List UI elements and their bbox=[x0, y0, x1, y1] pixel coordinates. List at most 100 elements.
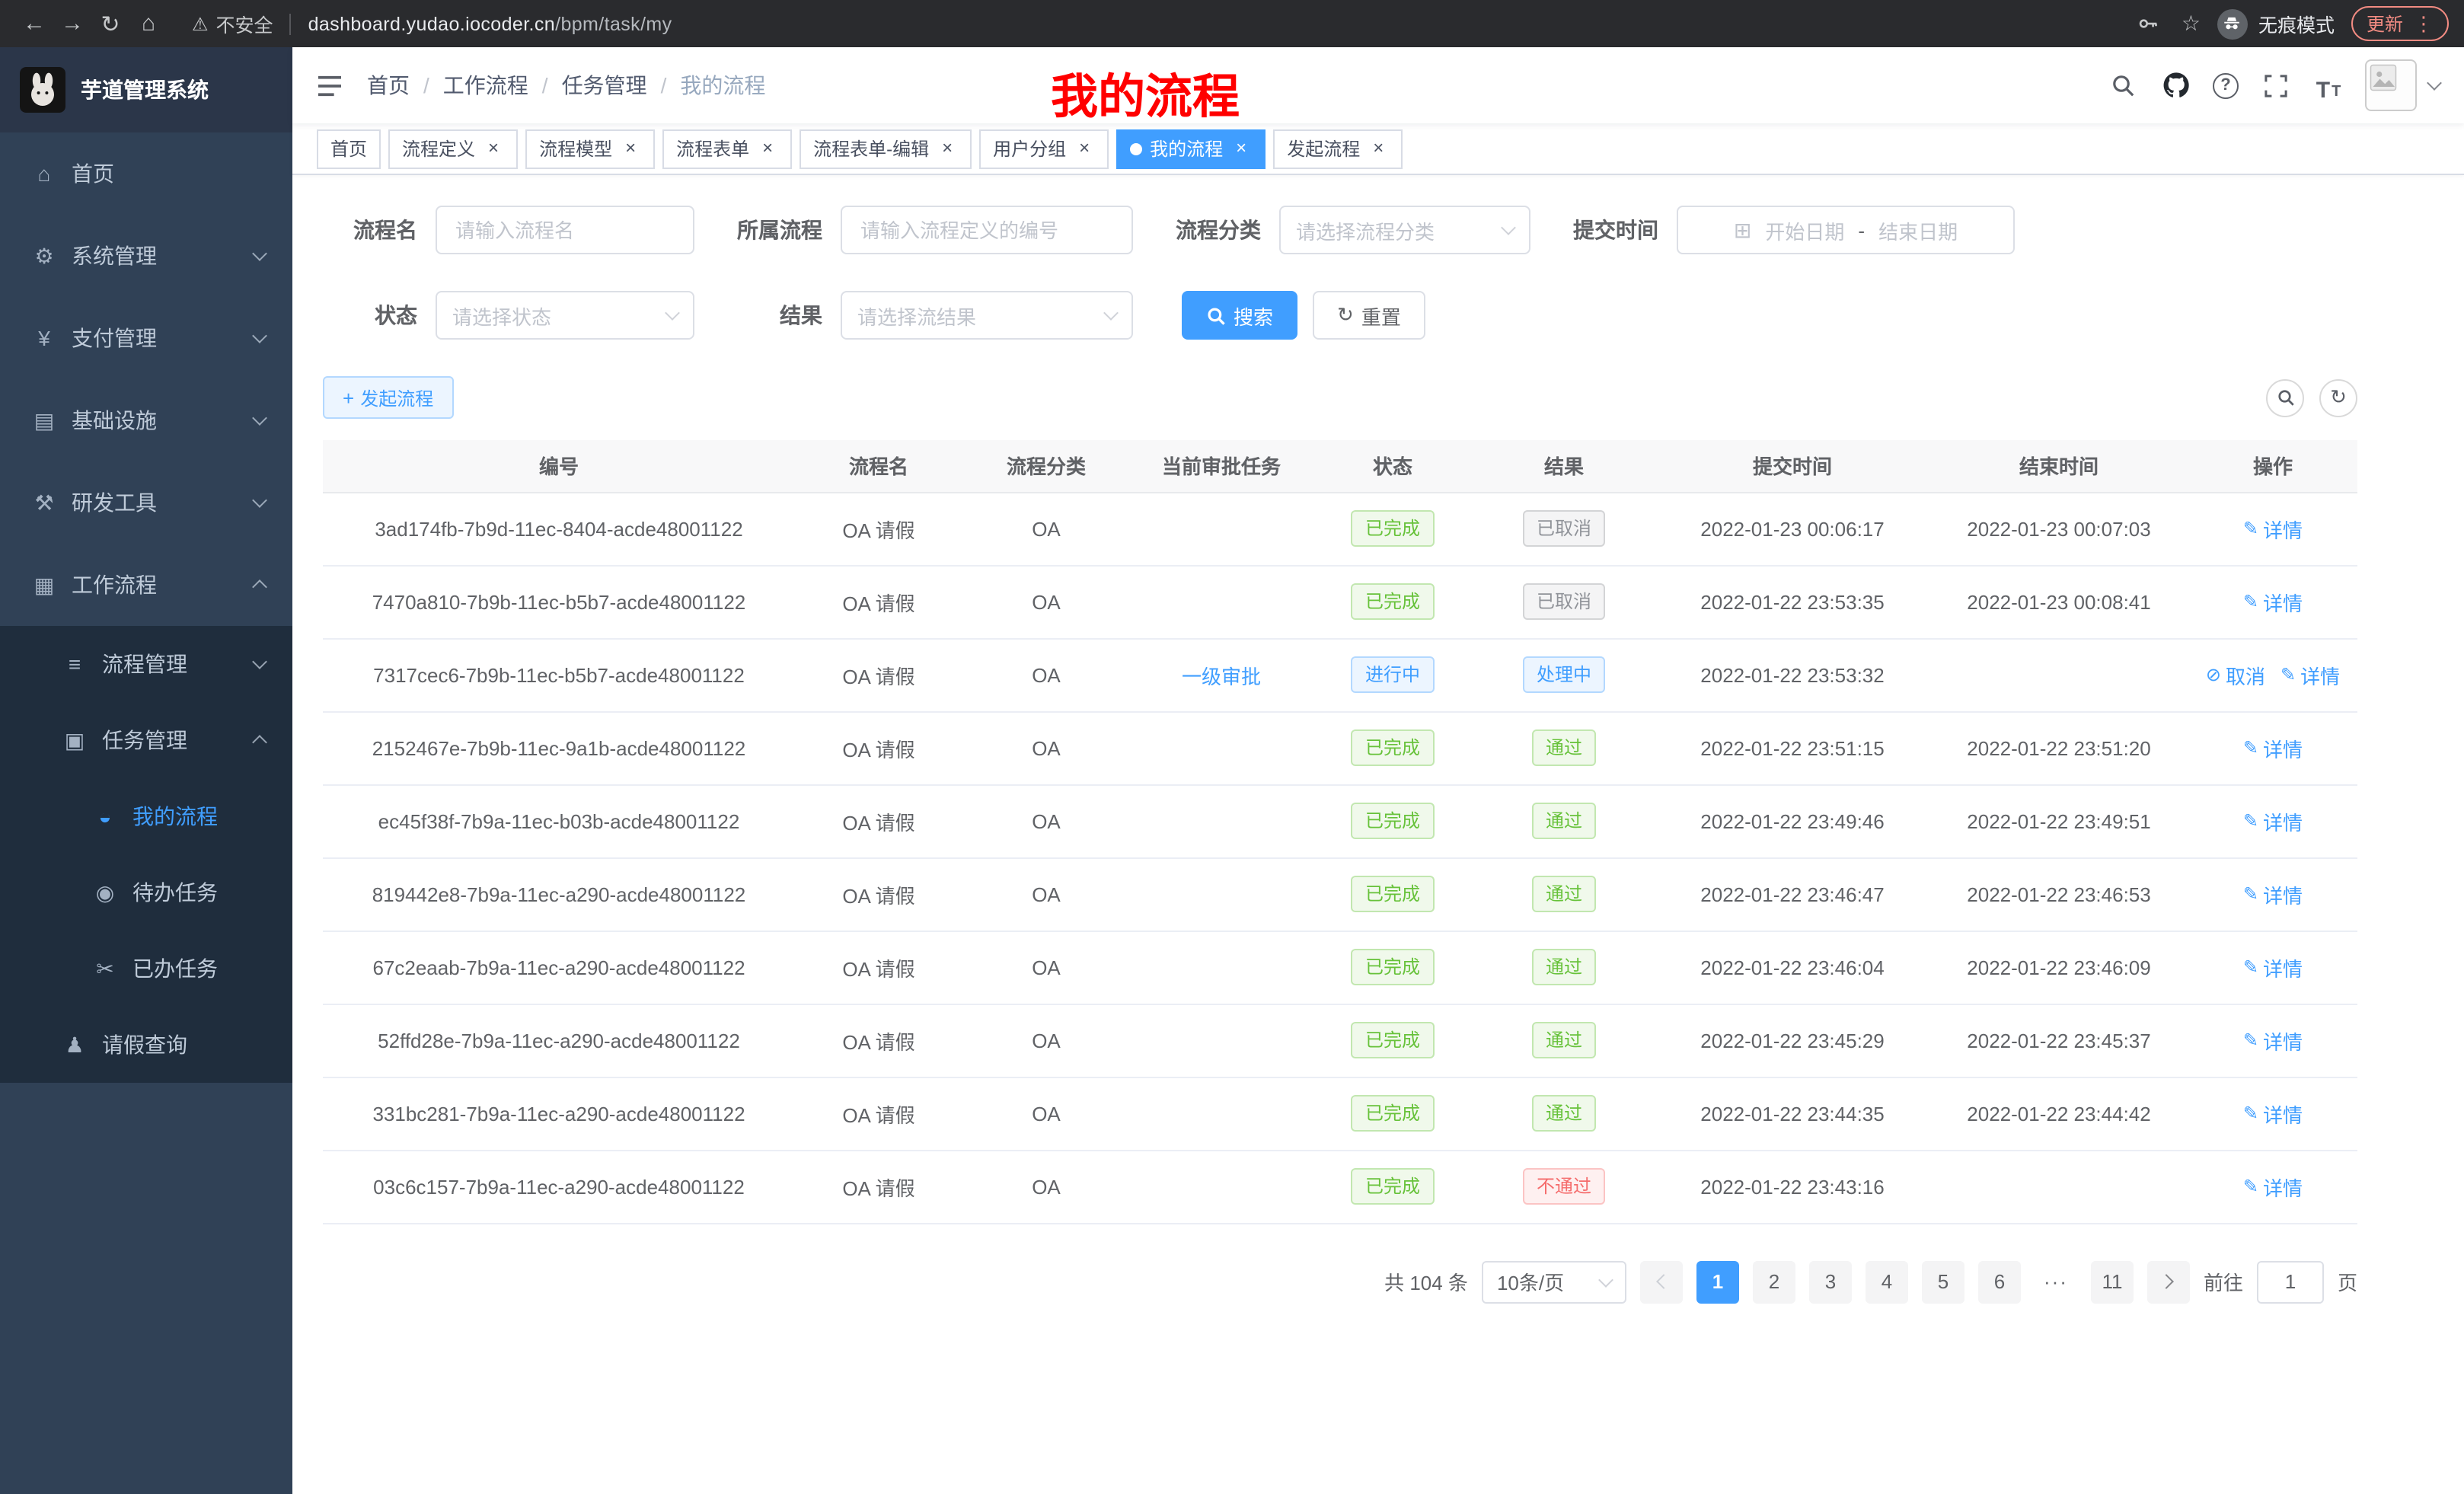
detail-link[interactable]: ✎详情 bbox=[2243, 1026, 2303, 1055]
sidebar-item-payment-mgmt[interactable]: ¥支付管理 bbox=[0, 297, 292, 379]
avatar[interactable] bbox=[2365, 59, 2417, 111]
sidebar-item-my-process[interactable]: ◒我的流程 bbox=[0, 778, 292, 854]
bookmark-star-icon[interactable]: ☆ bbox=[2182, 11, 2201, 37]
browser-back-icon[interactable]: ← bbox=[15, 5, 53, 43]
name-input[interactable] bbox=[436, 206, 694, 254]
jump-page-input[interactable] bbox=[2257, 1260, 2324, 1303]
category-select[interactable]: 请选择流程分类 bbox=[1279, 206, 1530, 254]
breadcrumb-item[interactable]: 工作流程 bbox=[443, 70, 528, 101]
toggle-search-button[interactable] bbox=[2266, 378, 2304, 417]
browser-home-icon[interactable]: ⌂ bbox=[129, 5, 168, 43]
hamburger-menu-icon[interactable] bbox=[317, 74, 343, 97]
detail-link[interactable]: ✎详情 bbox=[2280, 660, 2340, 689]
fullscreen-icon[interactable] bbox=[2258, 69, 2292, 102]
page-button-6[interactable]: 6 bbox=[1978, 1260, 2021, 1303]
tab-process-form-edit[interactable]: 流程表单-编辑× bbox=[800, 129, 972, 168]
page-size-select[interactable]: 10条/页 bbox=[1482, 1260, 1626, 1303]
screenshot-root: ← → ↻ ⌂ ⚠ 不安全 dashboard.yudao.iocoder.cn… bbox=[0, 0, 2464, 1494]
breadcrumb-item[interactable]: 任务管理 bbox=[562, 70, 647, 101]
browser-reload-icon[interactable]: ↻ bbox=[91, 5, 129, 43]
page-button-4[interactable]: 4 bbox=[1866, 1260, 1908, 1303]
close-icon[interactable]: × bbox=[1230, 138, 1252, 159]
search-button[interactable]: 搜索 bbox=[1182, 291, 1297, 340]
briefcase-icon: ▦ bbox=[30, 572, 58, 598]
chevron-down-icon bbox=[252, 246, 267, 261]
page-button-2[interactable]: 2 bbox=[1753, 1260, 1795, 1303]
page-button-3[interactable]: 3 bbox=[1809, 1260, 1852, 1303]
status-select[interactable]: 请选择状态 bbox=[436, 291, 694, 340]
font-size-icon[interactable]: TT bbox=[2312, 69, 2345, 102]
browser-menu-dots-icon[interactable]: ⋮ bbox=[2414, 11, 2434, 36]
browser-forward-icon[interactable]: → bbox=[53, 5, 91, 43]
cancel-link[interactable]: ⊘取消 bbox=[2206, 660, 2265, 689]
reset-button[interactable]: ↻ 重置 bbox=[1313, 291, 1425, 340]
sidebar-item-infrastructure[interactable]: ▤基础设施 bbox=[0, 379, 292, 461]
breadcrumb-item[interactable]: 首页 bbox=[367, 70, 410, 101]
parent-input[interactable] bbox=[841, 206, 1133, 254]
close-icon[interactable]: × bbox=[1074, 138, 1095, 159]
sidebar-item-task-mgmt[interactable]: ▣任务管理 bbox=[0, 702, 292, 778]
close-icon[interactable]: × bbox=[1368, 138, 1389, 159]
close-icon[interactable]: × bbox=[757, 138, 778, 159]
tab-user-group[interactable]: 用户分组× bbox=[979, 129, 1109, 168]
column-header: 结果 bbox=[1473, 440, 1655, 492]
detail-link[interactable]: ✎详情 bbox=[2243, 514, 2303, 543]
tab-process-definition[interactable]: 流程定义× bbox=[388, 129, 518, 168]
edit-icon: ✎ bbox=[2280, 664, 2296, 685]
font-size-large-glyph: T bbox=[2316, 79, 2330, 102]
sidebar-item-dev-tools[interactable]: ⚒研发工具 bbox=[0, 461, 292, 544]
start-process-button[interactable]: + 发起流程 bbox=[323, 376, 453, 419]
github-icon[interactable] bbox=[2159, 69, 2193, 102]
sidebar-item-home[interactable]: ⌂首页 bbox=[0, 132, 292, 215]
app-logo-bar[interactable]: 芋道管理系统 bbox=[0, 47, 292, 132]
address-bar[interactable]: dashboard.yudao.iocoder.cn/bpm/task/my bbox=[308, 13, 672, 34]
close-icon[interactable]: × bbox=[937, 138, 958, 159]
detail-link[interactable]: ✎详情 bbox=[2243, 879, 2303, 908]
sidebar-item-system-mgmt[interactable]: ⚙系统管理 bbox=[0, 215, 292, 297]
sidebar-item-label: 系统管理 bbox=[72, 241, 241, 271]
breadcrumb-item[interactable]: 我的流程 bbox=[680, 70, 765, 101]
tab-process-model[interactable]: 流程模型× bbox=[525, 129, 655, 168]
sidebar-item-process-mgmt[interactable]: ≡流程管理 bbox=[0, 626, 292, 702]
page-size-value: 10条/页 bbox=[1497, 1267, 1564, 1296]
detail-link[interactable]: ✎详情 bbox=[2243, 953, 2303, 982]
search-icon[interactable] bbox=[2106, 69, 2140, 102]
key-icon[interactable] bbox=[2131, 7, 2165, 40]
detail-link[interactable]: ✎详情 bbox=[2243, 1099, 2303, 1128]
sidebar-item-todo-tasks[interactable]: ◉待办任务 bbox=[0, 854, 292, 931]
page-button-5[interactable]: 5 bbox=[1922, 1260, 1964, 1303]
close-icon[interactable]: × bbox=[483, 138, 504, 159]
prev-page-button[interactable] bbox=[1640, 1260, 1683, 1303]
help-icon[interactable]: ? bbox=[2213, 72, 2239, 98]
refresh-table-button[interactable]: ↻ bbox=[2319, 378, 2357, 417]
tab-home[interactable]: 首页 bbox=[317, 129, 381, 168]
detail-link[interactable]: ✎详情 bbox=[2243, 806, 2303, 835]
current-task-link[interactable]: 一级审批 bbox=[1182, 665, 1261, 688]
page-button-11[interactable]: 11 bbox=[2091, 1260, 2134, 1303]
detail-link[interactable]: ✎详情 bbox=[2243, 587, 2303, 616]
tab-process-form[interactable]: 流程表单× bbox=[662, 129, 792, 168]
table-row: ec45f38f-7b9a-11ec-b03b-acde48001122OA 请… bbox=[323, 784, 2357, 857]
avatar-caret-icon[interactable] bbox=[2427, 75, 2442, 91]
site-security-indicator[interactable]: ⚠ 不安全 bbox=[192, 9, 273, 38]
result-select[interactable]: 请选择流结果 bbox=[841, 291, 1133, 340]
tab-start-process[interactable]: 发起流程× bbox=[1273, 129, 1403, 168]
cell-result: 通过 bbox=[1473, 711, 1655, 784]
detail-link[interactable]: ✎详情 bbox=[2243, 733, 2303, 762]
sidebar-item-done-tasks[interactable]: ✂已办任务 bbox=[0, 931, 292, 1007]
submit-time-range-picker[interactable]: ⊞开始日期-结束日期 bbox=[1677, 206, 2015, 254]
close-icon[interactable]: × bbox=[620, 138, 641, 159]
browser-update-button[interactable]: 更新 ⋮ bbox=[2351, 6, 2449, 41]
cell-status: 已完成 bbox=[1313, 1004, 1473, 1077]
action-label: 详情 bbox=[2263, 514, 2303, 543]
filter-label: 流程分类 bbox=[1167, 215, 1261, 245]
sidebar-item-workflow[interactable]: ▦工作流程 bbox=[0, 544, 292, 626]
detail-link[interactable]: ✎详情 bbox=[2243, 1172, 2303, 1201]
search-button-label: 搜索 bbox=[1234, 301, 1273, 330]
cell-id: 819442e8-7b9a-11ec-a290-acde48001122 bbox=[323, 857, 795, 931]
page-button-1[interactable]: 1 bbox=[1696, 1260, 1739, 1303]
result-tag: 通过 bbox=[1532, 1022, 1596, 1058]
sidebar-item-leave-query[interactable]: ♟请假查询 bbox=[0, 1007, 292, 1083]
tab-my-process[interactable]: 我的流程× bbox=[1116, 129, 1266, 168]
next-page-button[interactable] bbox=[2147, 1260, 2190, 1303]
